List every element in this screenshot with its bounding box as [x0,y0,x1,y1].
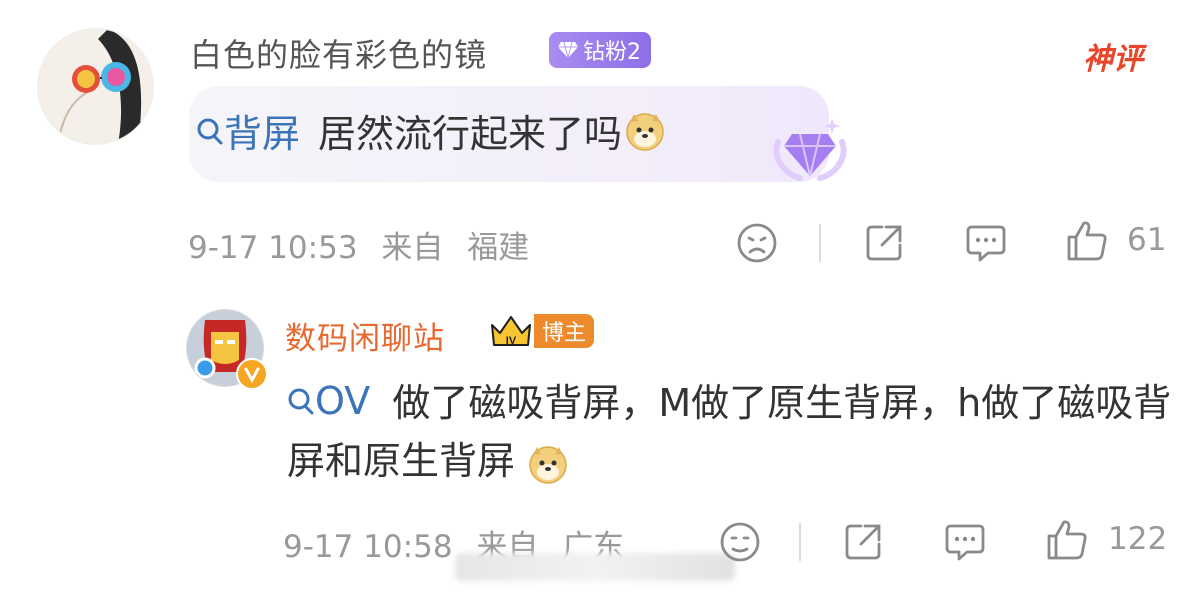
crown-icon: IV [491,316,531,347]
search-icon [197,118,223,144]
comment-location: 福建 [467,230,530,266]
divider [819,224,821,262]
verified-icon [236,358,268,390]
comment-icon[interactable] [964,221,1008,265]
comment-icon[interactable] [943,520,987,564]
svg-text:IV: IV [506,335,517,347]
avatar-illustration [38,29,153,144]
watermark-blur [455,553,735,581]
gem-icon [773,118,847,181]
reply-body: 做了磁吸背屏，M做了原生背屏，h做了磁吸背屏和原生背屏 [287,381,1172,483]
blogger-badge-label: 博主 [534,314,595,348]
share-icon[interactable] [862,221,906,265]
search-icon [288,388,314,415]
diamond-icon [558,41,578,59]
fan-badge-label: 钻粉2 [583,40,641,65]
reply-topic-label: OV [315,379,371,423]
fan-badge[interactable]: 钻粉2 [549,32,651,68]
sad-face-icon[interactable] [735,221,779,265]
comment-meta: 9-17 10:53 来自 福建 [188,222,543,267]
comment-time: 9-17 10:53 [188,230,358,266]
comment-body: 居然流行起来了吗 [318,112,623,156]
reply-topic-link[interactable]: OV [287,372,370,430]
comment-username[interactable]: 白色的脸有彩色的镜 [190,30,487,76]
doge-emoji [529,445,567,484]
reply-text: OV 做了磁吸背屏，M做了原生背屏，h做了磁吸背屏和原生背屏 [287,372,1177,490]
neutral-face-icon[interactable] [718,520,762,564]
share-icon[interactable] [841,520,885,564]
like-icon[interactable] [1065,219,1109,263]
reply-username[interactable]: 数码闲聊站 [285,313,445,358]
like-icon[interactable] [1045,518,1089,562]
reply-like-count: 122 [1108,521,1168,557]
avatar[interactable] [37,28,154,145]
featured-comment-tag: 神评 [1083,42,1143,77]
reply-time: 9-17 10:58 [283,529,453,565]
comment-text: 背屏 居然流行起来了吗 [196,103,666,158]
divider [799,523,801,561]
comment-from-label: 来自 [381,230,444,266]
topic-link[interactable]: 背屏 [196,103,300,158]
doge-emoji [626,112,664,151]
topic-label: 背屏 [224,112,301,156]
like-count: 61 [1127,222,1167,258]
blogger-badge[interactable]: IV 博主 [488,312,595,350]
